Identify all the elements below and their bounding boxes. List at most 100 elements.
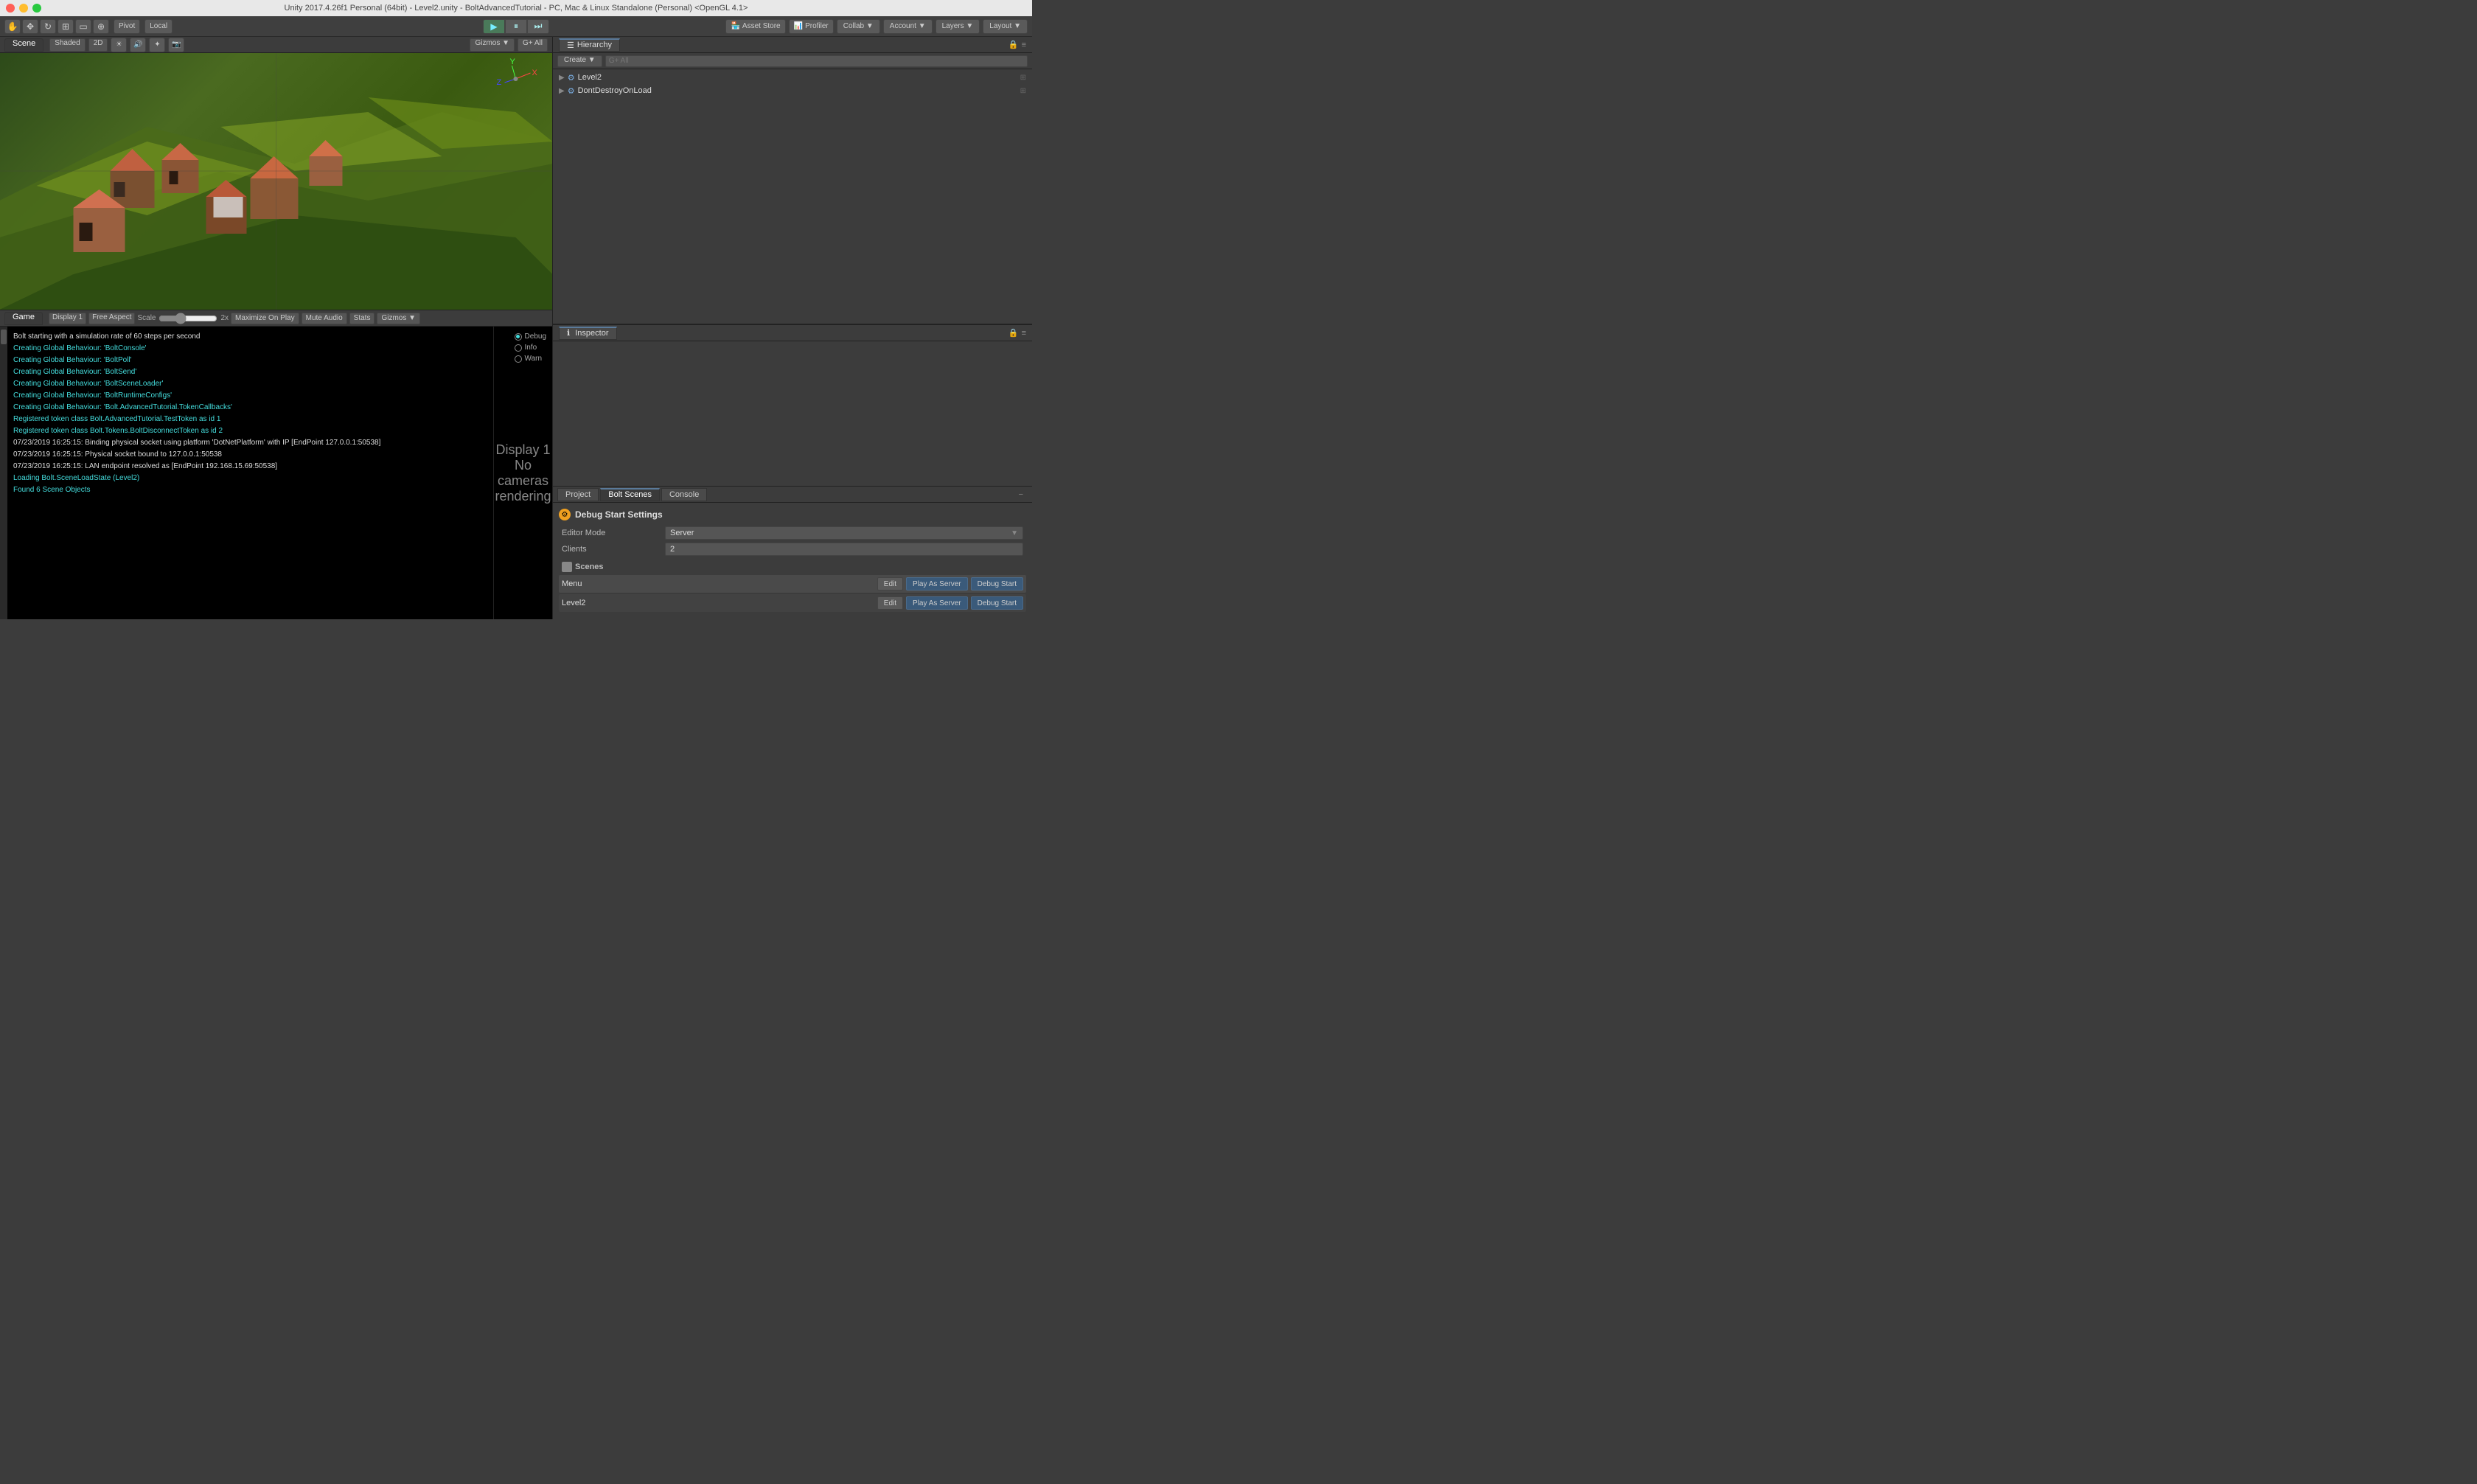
inspector-panel: ℹ Inspector 🔒 ≡: [553, 324, 1032, 486]
scene-edit-btn[interactable]: Edit: [877, 596, 903, 610]
clients-value[interactable]: 2: [665, 543, 1023, 556]
hier-scene-icon-dontdestroy: ⚙: [568, 86, 575, 96]
main-layout: Scene Shaded 2D ☀ 🔊 ✦ 📷 Gizmos ▼ G+ All: [0, 37, 1032, 619]
log-line: Registered token class Bolt.AdvancedTuto…: [13, 414, 487, 425]
play-button[interactable]: ▶: [483, 19, 505, 34]
hier-pin-dontdestroy[interactable]: ⊞: [1020, 87, 1026, 95]
game-tab[interactable]: Game: [4, 312, 43, 325]
2d-toggle[interactable]: 2D: [88, 38, 108, 52]
log-line: 07/23/2019 16:25:15: LAN endpoint resolv…: [13, 461, 487, 473]
clients-row: Clients 2: [559, 543, 1026, 556]
log-line: Creating Global Behaviour: 'Bolt.Advance…: [13, 402, 487, 414]
log-line: Registered token class Bolt.Tokens.BoltD…: [13, 425, 487, 437]
bolt-scenes-tab[interactable]: Bolt Scenes: [600, 488, 660, 501]
inspector-tab[interactable]: ℹ Inspector: [559, 327, 617, 340]
hier-item-dontdestroy[interactable]: ▶ ⚙ DontDestroyOnLoad ⊞: [553, 84, 1032, 97]
hier-pin-level2[interactable]: ⊞: [1020, 74, 1026, 82]
console-tab-label: Console: [669, 490, 699, 499]
hier-arrow-level2: ▶: [559, 74, 565, 82]
asset-store-icon: 🏪: [731, 22, 739, 30]
bottom-panel-minimize[interactable]: −: [1014, 490, 1028, 499]
rect-tool-button[interactable]: ▭: [75, 19, 91, 34]
hier-item-label-dontdestroy: DontDestroyOnLoad: [578, 86, 652, 95]
maximize-on-play-btn[interactable]: Maximize On Play: [231, 313, 299, 324]
traffic-lights: [6, 4, 41, 13]
stats-btn[interactable]: Stats: [349, 313, 375, 324]
move-tool-button[interactable]: ✥: [22, 19, 38, 34]
inspector-lock[interactable]: 🔒: [1008, 328, 1019, 338]
log-line: 07/23/2019 16:25:15: Binding physical so…: [13, 437, 487, 449]
debug-settings-icon: ⚙: [559, 509, 571, 520]
profiler-icon: 📊: [794, 22, 803, 30]
step-button[interactable]: ⏭: [527, 19, 549, 34]
transform-tool-button[interactable]: ⊕: [93, 19, 109, 34]
collab-button[interactable]: Collab ▼: [837, 19, 880, 34]
account-button[interactable]: Account ▼: [883, 19, 933, 34]
panel-menu-icon[interactable]: ≡: [1022, 41, 1026, 49]
inspector-icon: ℹ: [567, 329, 570, 338]
scene-audio-btn[interactable]: 🔊: [130, 38, 146, 52]
radio-dot: [515, 355, 522, 363]
scene-right-controls: Gizmos ▼ G+ All: [470, 38, 548, 52]
display-dropdown[interactable]: Display 1: [49, 313, 86, 324]
scene-edit-btn[interactable]: Edit: [877, 577, 903, 591]
profiler-button[interactable]: 📊 Profiler: [789, 19, 834, 34]
play-controls: ▶ ⏸ ⏭: [483, 19, 549, 34]
log-radio-group: Debug Info Warn: [515, 332, 546, 363]
rotate-tool-button[interactable]: ↻: [40, 19, 56, 34]
create-button[interactable]: Create ▼: [557, 55, 602, 67]
log-line: Loading Bolt.SceneLoadState (Level2): [13, 473, 487, 484]
hierarchy-tab[interactable]: ☰ Hierarchy: [559, 38, 620, 52]
shading-dropdown[interactable]: Shaded: [49, 38, 85, 52]
scene-debug-start-btn[interactable]: Debug Start: [971, 596, 1023, 610]
scene-tab[interactable]: Scene: [4, 38, 43, 52]
log-radio-debug[interactable]: Debug: [515, 332, 546, 341]
mute-audio-btn[interactable]: Mute Audio: [302, 313, 347, 324]
asset-store-button[interactable]: 🏪 Asset Store: [725, 19, 785, 34]
inspector-menu[interactable]: ≡: [1022, 329, 1026, 338]
editor-mode-value[interactable]: Server ▼: [665, 526, 1023, 540]
all-button[interactable]: G+ All: [518, 38, 548, 52]
scrollbar-thumb[interactable]: [1, 330, 7, 344]
scenes-icon: [562, 562, 572, 572]
hierarchy-search[interactable]: [605, 55, 1028, 67]
scale-slider[interactable]: [158, 315, 217, 322]
scene-play-as-server-btn[interactable]: Play As Server: [906, 577, 968, 591]
inspector-content: [553, 341, 1032, 486]
hierarchy-panel: ☰ Hierarchy 🔒 ≡ Create ▼ ▶ ⚙ Level2 ⊞ ▶: [553, 37, 1032, 324]
scene-lighting-btn[interactable]: ☀: [111, 38, 127, 52]
scene-svg: X Y Z: [0, 53, 552, 310]
gizmos-game-btn[interactable]: Gizmos ▼: [377, 313, 420, 324]
layout-button[interactable]: Layout ▼: [983, 19, 1028, 34]
project-tab-label: Project: [565, 490, 590, 499]
scene-play-as-server-btn[interactable]: Play As Server: [906, 596, 968, 610]
pause-button[interactable]: ⏸: [505, 19, 527, 34]
game-content: Bolt starting with a simulation rate of …: [0, 327, 552, 619]
radio-dot: [515, 333, 522, 341]
log-line: Bolt starting with a simulation rate of …: [13, 331, 487, 343]
scene-name: Menu: [562, 579, 874, 588]
log-radio-info[interactable]: Info: [515, 344, 546, 352]
aspect-dropdown[interactable]: Free Aspect: [88, 313, 135, 324]
scale-tool-button[interactable]: ⊞: [58, 19, 74, 34]
clients-label: Clients: [562, 545, 665, 554]
minimize-button[interactable]: [19, 4, 28, 13]
console-tab[interactable]: Console: [661, 488, 707, 501]
scene-debug-start-btn[interactable]: Debug Start: [971, 577, 1023, 591]
log-line: Creating Global Behaviour: 'BoltPoll': [13, 355, 487, 366]
project-tab[interactable]: Project: [557, 488, 599, 501]
hier-item-level2[interactable]: ▶ ⚙ Level2 ⊞: [553, 71, 1032, 84]
close-button[interactable]: [6, 4, 15, 13]
pivot-button[interactable]: Pivot: [114, 19, 140, 34]
scene-fx-btn[interactable]: ✦: [149, 38, 165, 52]
panel-lock-icon[interactable]: 🔒: [1008, 40, 1019, 49]
local-button[interactable]: Local: [144, 19, 173, 34]
scene-camera-btn[interactable]: 📷: [168, 38, 184, 52]
maximize-button[interactable]: [32, 4, 41, 13]
hier-arrow-dontdestroy: ▶: [559, 87, 565, 95]
hand-tool-button[interactable]: ✋: [4, 19, 21, 34]
gizmos-button[interactable]: Gizmos ▼: [470, 38, 515, 52]
layers-button[interactable]: Layers ▼: [936, 19, 980, 34]
scrollbar-indicator[interactable]: [0, 327, 7, 619]
log-radio-warn[interactable]: Warn: [515, 355, 546, 363]
